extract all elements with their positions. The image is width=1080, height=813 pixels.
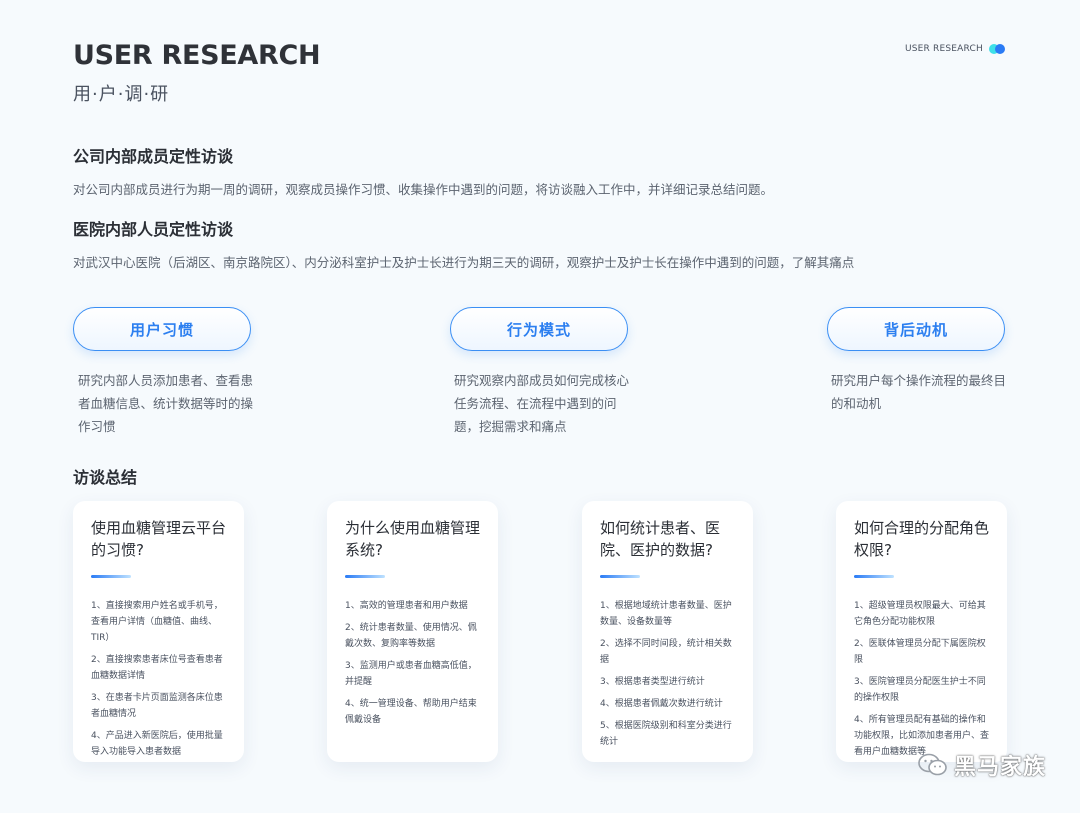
list-item: 2、选择不同时间段，统计相关数据	[600, 639, 732, 665]
summary-card-1: 使用血糖管理云平台的习惯? 1、直接搜索用户姓名或手机号，查看用户详情（血糖值、…	[73, 501, 244, 762]
list-item: 4、产品进入新医院后，使用批量导入功能导入患者数据	[91, 731, 223, 757]
summary-card-3: 如何统计患者、医院、医护的数据? 1、根据地域统计患者数量、医护数量、设备数量等…	[582, 501, 753, 762]
summary-card-4: 如何合理的分配角色权限? 1、超级管理员权限最大、可给其它角色分配功能权限 2、…	[836, 501, 1007, 762]
list-item: 4、统一管理设备、帮助用户结束佩戴设备	[345, 699, 477, 725]
list-item: 5、根据医院级别和科室分类进行统计	[600, 721, 732, 747]
pill-motivation: 背后动机	[827, 307, 1005, 351]
section-heading-hospital: 医院内部人员定性访谈	[73, 220, 234, 239]
list-item: 4、根据患者佩戴次数进行统计	[600, 699, 723, 709]
section-heading-company: 公司内部成员定性访谈	[73, 147, 234, 166]
page-title-cn: 用·户·调·研	[73, 84, 170, 105]
card-list: 1、超级管理员权限最大、可给其它角色分配功能权限 2、医联体管理员分配下属医院权…	[854, 598, 993, 760]
list-item: 1、直接搜索用户姓名或手机号，查看用户详情（血糖值、曲线、TIR）	[91, 601, 223, 643]
card-list: 1、根据地域统计患者数量、医护数量、设备数量等 2、选择不同时间段，统计相关数据…	[600, 598, 739, 750]
summary-heading: 访谈总结	[73, 468, 138, 487]
card-title: 使用血糖管理云平台的习惯?	[91, 519, 227, 559]
pill-behavior-pattern: 行为模式	[450, 307, 628, 351]
pill-desc-user-habits: 研究内部人员添加患者、查看患者血糖信息、统计数据等时的操作习惯	[78, 373, 254, 434]
top-tag: USER RESEARCH	[905, 44, 1007, 54]
list-item: 3、在患者卡片页面监测各床位患者血糖情况	[91, 693, 223, 719]
card-title: 为什么使用血糖管理系统?	[345, 519, 481, 559]
section-text-company: 对公司内部成员进行为期一周的调研，观察成员操作习惯、收集操作中遇到的问题，将访谈…	[73, 182, 774, 197]
list-item: 2、统计患者数量、使用情况、佩戴次数、复购率等数据	[345, 623, 477, 649]
pill-desc-motivation: 研究用户每个操作流程的最终目的和动机	[831, 373, 1007, 411]
card-list: 1、高效的管理患者和用户数据 2、统计患者数量、使用情况、佩戴次数、复购率等数据…	[345, 598, 484, 728]
card-accent-bar	[91, 575, 131, 578]
top-tag-text: USER RESEARCH	[904, 44, 983, 54]
list-item: 3、医院管理员分配医生护士不同的操作权限	[854, 677, 986, 703]
pill-user-habits: 用户习惯	[73, 307, 251, 351]
pill-desc-behavior-pattern: 研究观察内部成员如何完成核心任务流程、在流程中遇到的问题，挖掘需求和痛点	[454, 373, 630, 434]
card-title: 如何合理的分配角色权限?	[854, 519, 990, 559]
wechat-icon	[918, 753, 947, 776]
list-item: 1、超级管理员权限最大、可给其它角色分配功能权限	[854, 601, 986, 627]
list-item: 2、直接搜索患者床位号查看患者血糖数据详情	[91, 655, 223, 681]
page-title-en: USER RESEARCH	[73, 40, 321, 71]
list-item: 3、根据患者类型进行统计	[600, 677, 705, 687]
summary-card-2: 为什么使用血糖管理系统? 1、高效的管理患者和用户数据 2、统计患者数量、使用情…	[327, 501, 498, 762]
dots-icon	[989, 44, 1007, 54]
card-accent-bar	[854, 575, 894, 578]
card-accent-bar	[345, 575, 385, 578]
card-accent-bar	[600, 575, 640, 578]
card-title: 如何统计患者、医院、医护的数据?	[600, 519, 721, 559]
section-text-hospital: 对武汉中心医院（后湖区、南京路院区）、内分泌科室护士及护士长进行为期三天的调研，…	[73, 255, 855, 270]
watermark: 黑马家族	[918, 749, 1046, 781]
watermark-text: 黑马家族	[953, 755, 1046, 780]
list-item: 2、医联体管理员分配下属医院权限	[854, 639, 986, 665]
list-item: 1、根据地域统计患者数量、医护数量、设备数量等	[600, 601, 732, 627]
list-item: 3、监测用户或患者血糖高低值，并提醒	[345, 661, 477, 687]
list-item: 1、高效的管理患者和用户数据	[345, 601, 468, 611]
card-list: 1、直接搜索用户姓名或手机号，查看用户详情（血糖值、曲线、TIR） 2、直接搜索…	[91, 598, 230, 760]
